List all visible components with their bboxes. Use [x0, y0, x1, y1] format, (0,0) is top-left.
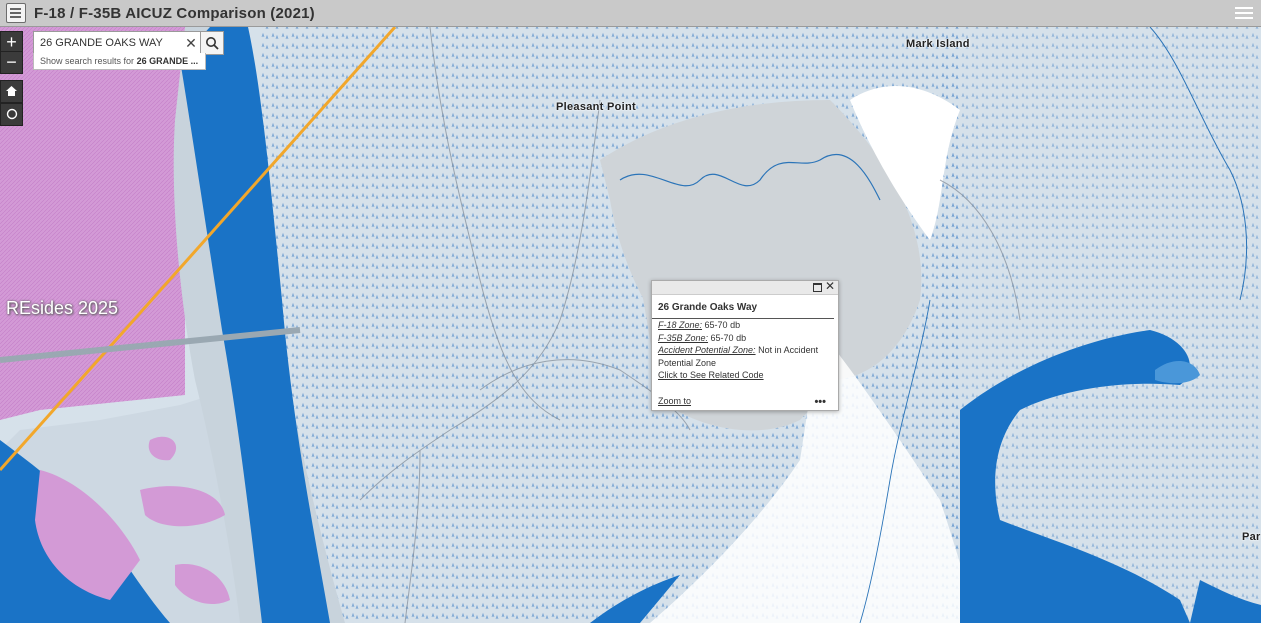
f35b-zone-row: F-35B Zone: 65-70 db — [652, 332, 838, 345]
watermark: REsides 2025 — [6, 298, 119, 318]
f35b-zone-value: 65-70 db — [710, 332, 747, 343]
close-icon[interactable]: ✕ — [825, 279, 835, 293]
locate-button[interactable] — [0, 103, 23, 126]
menu-icon[interactable] — [1235, 4, 1253, 22]
search-suggestion[interactable]: Show search results for 26 GRANDE ... — [33, 53, 206, 70]
locate-icon — [6, 108, 17, 120]
popup-header: ✕ — [652, 279, 838, 295]
search-input[interactable] — [34, 36, 182, 50]
search-box[interactable]: ✕ — [33, 31, 202, 55]
f18-zone-label: F-18 Zone: — [658, 320, 703, 330]
suggestion-term: 26 GRANDE ... — [136, 56, 199, 66]
app-logo-icon — [6, 3, 26, 23]
place-label-mark-island: Mark Island — [906, 38, 970, 50]
more-actions-icon[interactable]: ••• — [814, 396, 826, 408]
apz-label: Accident Potential Zone: — [658, 345, 756, 355]
feature-popup: ✕ 26 Grande Oaks Way F-18 Zone: 65-70 db… — [651, 279, 839, 411]
place-label-partial: Par — [1242, 531, 1261, 543]
popup-title: 26 Grande Oaks Way — [652, 295, 834, 319]
f18-zone-value: 65-70 db — [704, 320, 741, 330]
zoom-out-button[interactable]: − — [0, 51, 23, 74]
related-code-row: Click to See Related Code — [652, 369, 838, 382]
f18-zone-row: F-18 Zone: 65-70 db — [652, 319, 838, 332]
zoom-to-link[interactable]: Zoom to — [658, 396, 691, 406]
f35b-zone-label: F-35B Zone: — [658, 332, 709, 343]
place-label-pleasant-point: Pleasant Point — [556, 101, 636, 113]
map-app: F-18 / F-35B AICUZ Comparison (2021) REs… — [0, 0, 1261, 623]
apz-row: Accident Potential Zone: Not in Accident… — [652, 344, 838, 369]
home-button[interactable] — [0, 80, 23, 103]
search-icon — [206, 37, 219, 50]
clear-search-icon[interactable]: ✕ — [182, 35, 200, 52]
related-code-link[interactable]: Click to See Related Code — [658, 370, 764, 380]
maximize-icon[interactable] — [813, 283, 822, 292]
app-title: F-18 / F-35B AICUZ Comparison (2021) — [34, 4, 315, 22]
map-canvas[interactable] — [0, 27, 1261, 623]
suggestion-prefix: Show search results for — [40, 56, 135, 66]
home-icon — [6, 86, 17, 96]
title-bar: F-18 / F-35B AICUZ Comparison (2021) — [0, 0, 1261, 27]
search-button[interactable] — [200, 31, 224, 55]
